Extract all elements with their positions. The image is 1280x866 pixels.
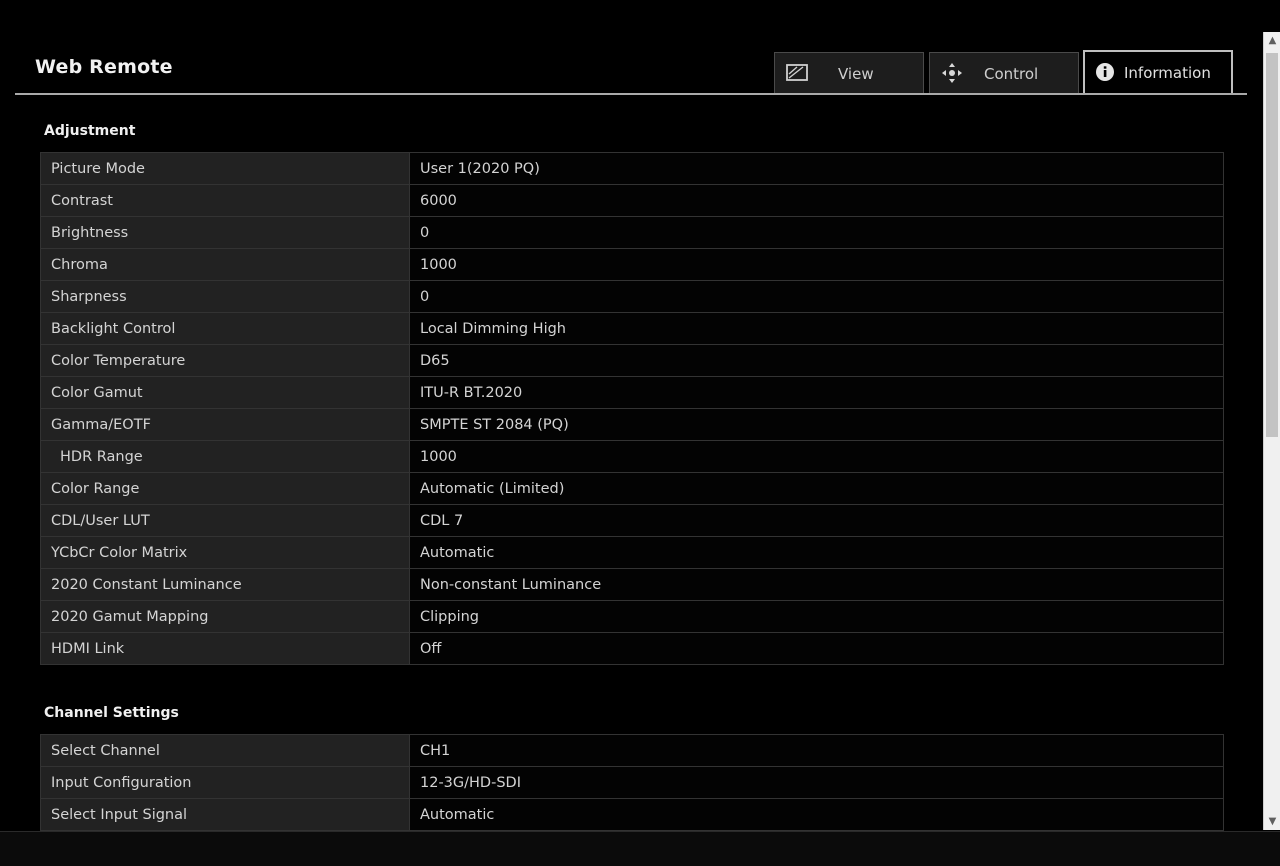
table-row: HDR Range 1000 bbox=[40, 440, 1224, 473]
web-remote-app: Web Remote View Control Information Adju… bbox=[0, 0, 1280, 866]
row-value: 0 bbox=[409, 280, 1224, 313]
table-row: Picture Mode User 1(2020 PQ) bbox=[40, 152, 1224, 185]
table-row: 2020 Gamut Mapping Clipping bbox=[40, 600, 1224, 633]
app-title: Web Remote bbox=[35, 56, 173, 78]
table-row: Input Configuration 12-3G/HD-SDI bbox=[40, 766, 1224, 799]
row-value: 1000 bbox=[409, 248, 1224, 281]
row-label: Color Temperature bbox=[40, 344, 410, 377]
row-value: Automatic (Limited) bbox=[409, 472, 1224, 505]
row-value: Off bbox=[409, 632, 1224, 665]
tab-control[interactable]: Control bbox=[929, 52, 1079, 93]
row-label: HDR Range bbox=[40, 440, 410, 473]
move-arrows-icon bbox=[940, 62, 964, 84]
table-row: Color Temperature D65 bbox=[40, 344, 1224, 377]
vertical-scrollbar[interactable]: ▲ ▼ bbox=[1263, 32, 1280, 830]
tab-control-label: Control bbox=[984, 65, 1039, 83]
table-row: HDMI Link Off bbox=[40, 632, 1224, 665]
channel-settings-table: Select Channel CH1 Input Configuration 12-3… bbox=[40, 734, 1224, 831]
adjustment-table: Picture Mode User 1(2020 PQ) Contrast 6000 B… bbox=[40, 152, 1224, 665]
tab-information-label: Information bbox=[1124, 64, 1211, 82]
row-label: Contrast bbox=[40, 184, 410, 217]
table-row: Color Gamut ITU-R BT.2020 bbox=[40, 376, 1224, 409]
table-row: 2020 Constant Luminance Non-constant Lumi… bbox=[40, 568, 1224, 601]
scrollbar-thumb[interactable] bbox=[1266, 53, 1278, 437]
scroll-up-arrow-icon[interactable]: ▲ bbox=[1264, 32, 1280, 49]
table-row: Brightness 0 bbox=[40, 216, 1224, 249]
row-value: CDL 7 bbox=[409, 504, 1224, 537]
row-value: 12-3G/HD-SDI bbox=[409, 766, 1224, 799]
row-label: Input Configuration bbox=[40, 766, 410, 799]
row-label: Select Channel bbox=[40, 734, 410, 767]
table-row: Color Range Automatic (Limited) bbox=[40, 472, 1224, 505]
table-row: Contrast 6000 bbox=[40, 184, 1224, 217]
row-value: 0 bbox=[409, 216, 1224, 249]
table-row: Select Channel CH1 bbox=[40, 734, 1224, 767]
row-label: Gamma/EOTF bbox=[40, 408, 410, 441]
table-row: Select Input Signal Automatic bbox=[40, 798, 1224, 831]
table-row: CDL/User LUT CDL 7 bbox=[40, 504, 1224, 537]
table-row: Sharpness 0 bbox=[40, 280, 1224, 313]
monitor-icon bbox=[785, 62, 809, 84]
table-row: Chroma 1000 bbox=[40, 248, 1224, 281]
header-divider bbox=[15, 93, 1247, 95]
table-row: YCbCr Color Matrix Automatic bbox=[40, 536, 1224, 569]
row-value: CH1 bbox=[409, 734, 1224, 767]
header: Web Remote View Control Information bbox=[0, 0, 1262, 96]
row-value: Local Dimming High bbox=[409, 312, 1224, 345]
info-icon bbox=[1095, 61, 1119, 83]
row-label: Chroma bbox=[40, 248, 410, 281]
tab-view[interactable]: View bbox=[774, 52, 924, 93]
row-value: ITU-R BT.2020 bbox=[409, 376, 1224, 409]
row-value: Automatic bbox=[409, 536, 1224, 569]
tab-view-label: View bbox=[838, 65, 874, 83]
row-value: User 1(2020 PQ) bbox=[409, 152, 1224, 185]
row-label: 2020 Constant Luminance bbox=[40, 568, 410, 601]
section-title-channel-settings: Channel Settings bbox=[44, 705, 179, 721]
row-label: Backlight Control bbox=[40, 312, 410, 345]
row-label: Select Input Signal bbox=[40, 798, 410, 831]
row-value: D65 bbox=[409, 344, 1224, 377]
row-label: Sharpness bbox=[40, 280, 410, 313]
information-content: Adjustment Picture Mode User 1(2020 PQ) Co… bbox=[0, 96, 1262, 831]
table-row: Backlight Control Local Dimming High bbox=[40, 312, 1224, 345]
row-value: Non-constant Luminance bbox=[409, 568, 1224, 601]
row-label: Brightness bbox=[40, 216, 410, 249]
row-label: Color Gamut bbox=[40, 376, 410, 409]
row-value: Clipping bbox=[409, 600, 1224, 633]
row-label: HDMI Link bbox=[40, 632, 410, 665]
scroll-down-arrow-icon[interactable]: ▼ bbox=[1264, 813, 1280, 830]
section-title-adjustment: Adjustment bbox=[44, 123, 136, 139]
bottom-bar bbox=[0, 831, 1280, 866]
row-label: 2020 Gamut Mapping bbox=[40, 600, 410, 633]
row-value: 6000 bbox=[409, 184, 1224, 217]
row-label: CDL/User LUT bbox=[40, 504, 410, 537]
row-label: Picture Mode bbox=[40, 152, 410, 185]
row-value: Automatic bbox=[409, 798, 1224, 831]
row-value: 1000 bbox=[409, 440, 1224, 473]
table-row: Gamma/EOTF SMPTE ST 2084 (PQ) bbox=[40, 408, 1224, 441]
row-value: SMPTE ST 2084 (PQ) bbox=[409, 408, 1224, 441]
row-label: YCbCr Color Matrix bbox=[40, 536, 410, 569]
row-label: Color Range bbox=[40, 472, 410, 505]
tab-information[interactable]: Information bbox=[1083, 50, 1233, 95]
